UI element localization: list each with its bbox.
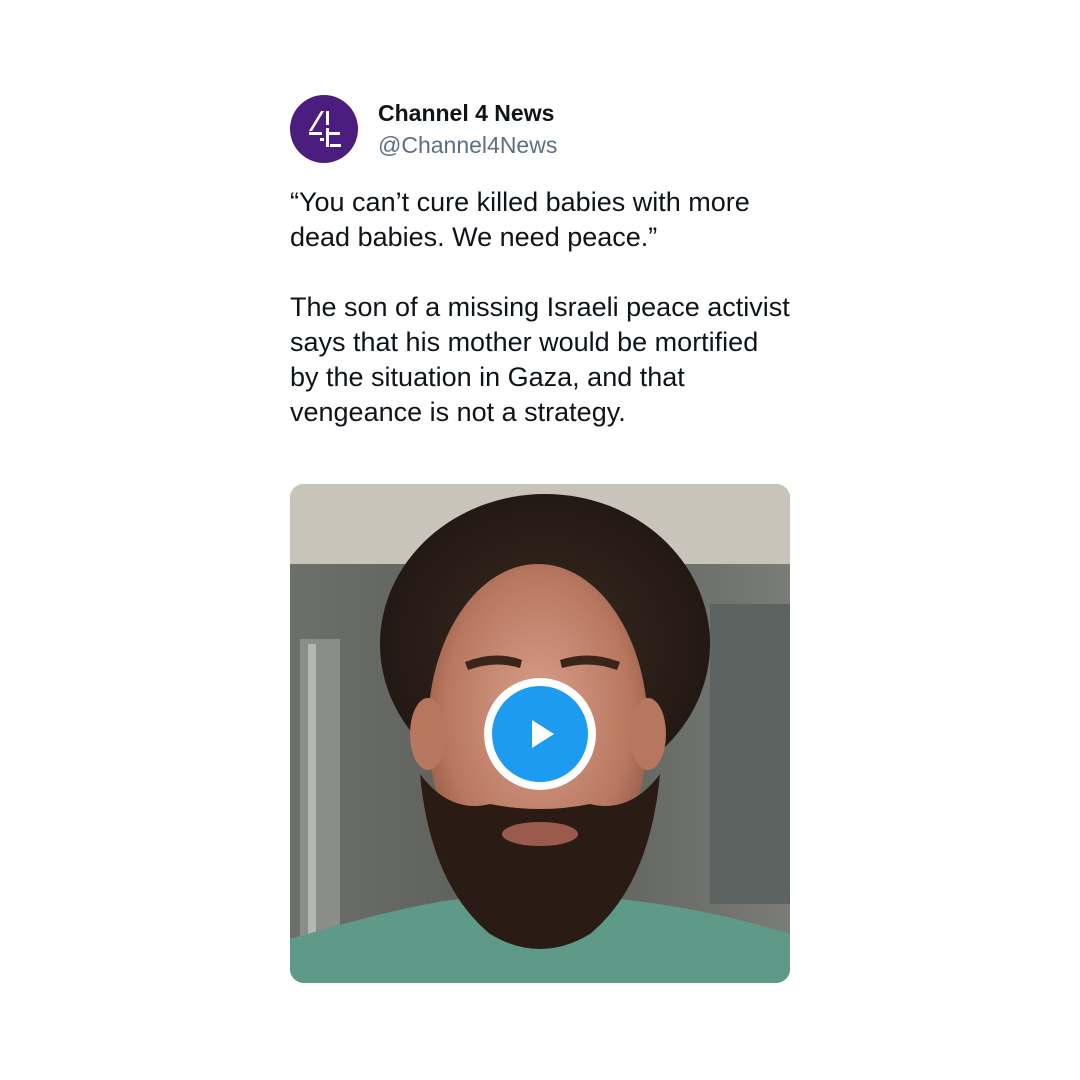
tweet-card: Channel 4 News @Channel4News “You can’t … bbox=[290, 95, 790, 983]
author-names: Channel 4 News @Channel4News bbox=[378, 98, 557, 160]
video-thumbnail[interactable] bbox=[290, 484, 790, 983]
play-button-fill bbox=[492, 686, 588, 782]
tweet-body: The son of a missing Israeli peace activ… bbox=[290, 292, 790, 427]
avatar[interactable] bbox=[290, 95, 358, 163]
channel-4-logo-icon bbox=[309, 111, 341, 147]
play-icon bbox=[532, 720, 554, 748]
handle[interactable]: @Channel4News bbox=[378, 130, 557, 160]
display-name[interactable]: Channel 4 News bbox=[378, 98, 557, 128]
tweet-quote: “You can’t cure killed babies with more … bbox=[290, 187, 750, 252]
tweet-header: Channel 4 News @Channel4News bbox=[290, 95, 790, 163]
play-button[interactable] bbox=[484, 678, 596, 790]
tweet-text: “You can’t cure killed babies with more … bbox=[290, 185, 790, 430]
